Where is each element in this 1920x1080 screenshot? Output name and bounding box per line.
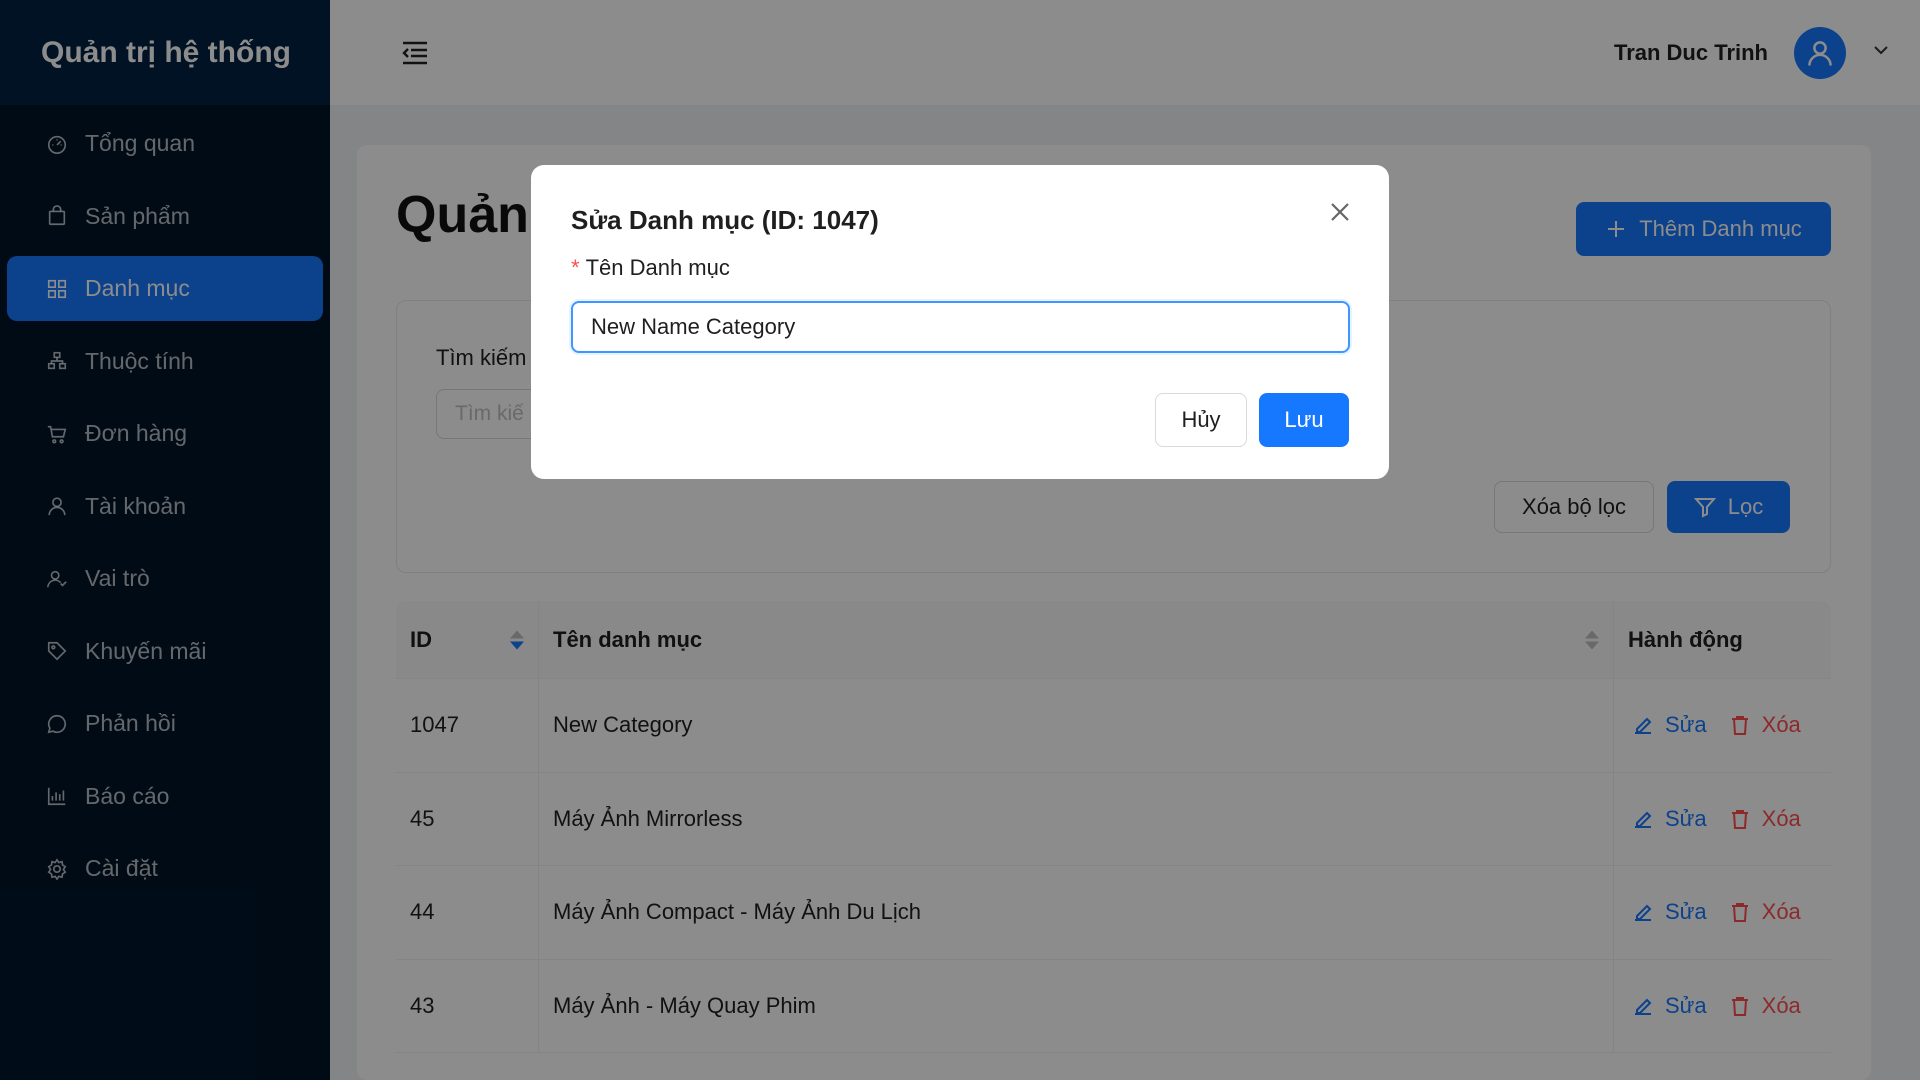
edit-category-modal: Sửa Danh mục (ID: 1047) *Tên Danh mục Hủ… bbox=[531, 165, 1389, 479]
modal-title: Sửa Danh mục (ID: 1047) bbox=[571, 205, 879, 235]
category-name-input[interactable] bbox=[571, 301, 1350, 353]
cancel-button[interactable]: Hủy bbox=[1155, 393, 1247, 447]
close-icon[interactable] bbox=[1326, 198, 1354, 226]
save-button[interactable]: Lưu bbox=[1259, 393, 1349, 447]
category-name-label: * Tên Danh mục bbox=[571, 255, 730, 281]
category-name-label-text: Tên Danh mục bbox=[585, 255, 730, 280]
modal-mask[interactable] bbox=[0, 0, 1920, 1080]
required-mark: * bbox=[571, 255, 580, 280]
